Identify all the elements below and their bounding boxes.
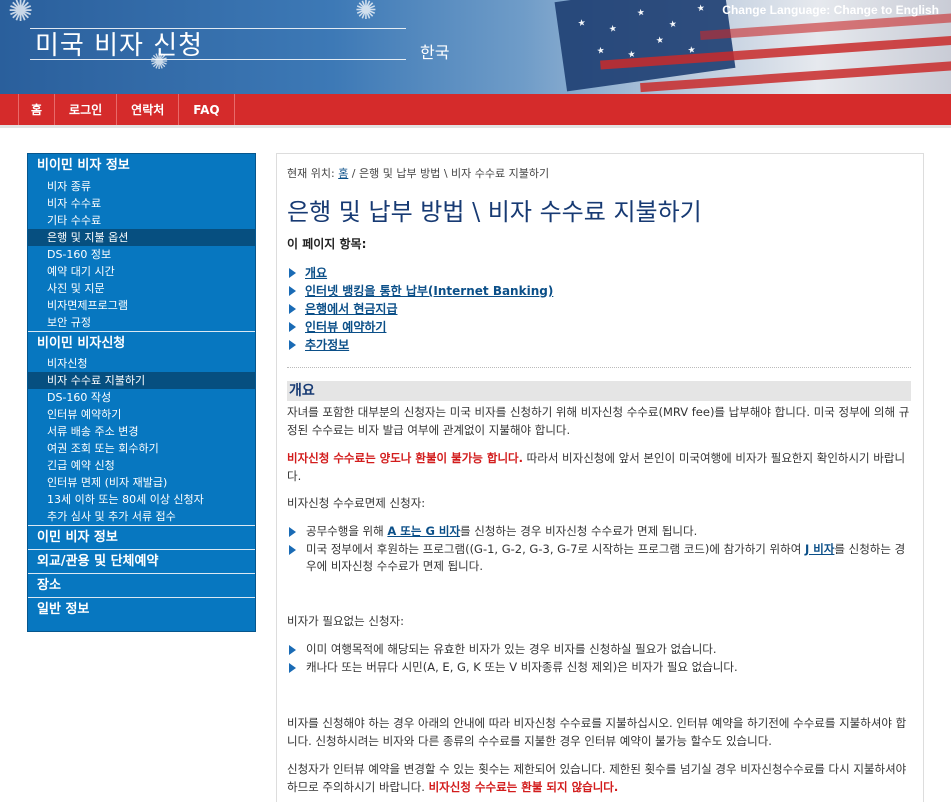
main-content: 현재 위치: 홈 / 은행 및 납부 방법 \ 비자 수수료 지불하기 은행 및… <box>276 153 924 802</box>
sidebar-section-nonimmigrant-apply[interactable]: 비이민 비자신청 <box>28 331 255 355</box>
sidebar-item-age-applicants[interactable]: 13세 이하 또는 80세 이상 신청자 <box>28 491 255 508</box>
site-title[interactable]: 미국 비자 신청 <box>35 25 203 62</box>
sidebar-item-visa-waiver[interactable]: 비자면제프로그램 <box>28 297 255 314</box>
sidebar: 비이민 비자 정보 비자 종류 비자 수수료 기타 수수료 은행 및 지불 옵션… <box>27 153 256 632</box>
sidebar-item-security[interactable]: 보안 규정 <box>28 314 255 331</box>
intro-paragraph: 자녀를 포함한 대부분의 신청자는 미국 비자를 신청하기 위해 비자신청 수수… <box>287 405 910 437</box>
arrow-right-icon <box>289 304 296 314</box>
sidebar-item-wait-times[interactable]: 예약 대기 시간 <box>28 263 255 280</box>
toc-item: 추가정보 <box>289 336 553 354</box>
toc-list: 개요 인터넷 뱅킹을 통한 납부(Internet Banking) 은행에서 … <box>289 264 553 354</box>
sidebar-item-emergency[interactable]: 긴급 예약 신청 <box>28 457 255 474</box>
list-item: 캐나다 또는 버뮤다 시민(A, E, G, K 또는 V 비자종류 신청 제외… <box>289 659 911 677</box>
nav-contact[interactable]: 연락처 <box>117 94 180 125</box>
sidebar-item-admin-processing[interactable]: 추가 심사 및 추가 서류 접수 <box>28 508 255 525</box>
sidebar-section-general[interactable]: 일반 정보 <box>28 597 255 621</box>
sidebar-item-photo-fingerprints[interactable]: 사진 및 지문 <box>28 280 255 297</box>
list-item: 이미 여행목적에 해당되는 유효한 비자가 있는 경우 비자를 신청하실 필요가… <box>289 641 911 659</box>
sidebar-section-immigrant-info[interactable]: 이민 비자 정보 <box>28 525 255 549</box>
refund-warning-red: 비자신청 수수료는 양도나 환불이 불가능 합니다. <box>287 451 523 465</box>
arrow-right-icon <box>289 322 296 332</box>
sidebar-item-ds160-info[interactable]: DS-160 정보 <box>28 246 255 263</box>
arrow-right-icon <box>289 527 296 537</box>
sidebar-item-ds160-complete[interactable]: DS-160 작성 <box>28 389 255 406</box>
toc-item: 인터넷 뱅킹을 통한 납부(Internet Banking) <box>289 282 553 300</box>
toc-item: 은행에서 현금지급 <box>289 300 553 318</box>
toc-link-cash-payment[interactable]: 은행에서 현금지급 <box>305 302 398 316</box>
refund-warning-paragraph: 비자신청 수수료는 양도나 환불이 불가능 합니다. 따라서 비자신청에 앞서 … <box>287 450 911 485</box>
toc-link-more-info[interactable]: 추가정보 <box>305 338 349 352</box>
title-rule-bottom <box>30 59 406 60</box>
nav-home[interactable]: 홈 <box>18 94 56 125</box>
j-visa-link[interactable]: J 비자 <box>805 542 834 556</box>
sidebar-item-delivery-address[interactable]: 서류 배송 주소 변경 <box>28 423 255 440</box>
flag-stripe-decoration <box>700 12 951 41</box>
arrow-right-icon <box>289 340 296 350</box>
sidebar-item-visa-types[interactable]: 비자 종류 <box>28 178 255 195</box>
sidebar-section-nonimmigrant-info[interactable]: 비이민 비자 정보 <box>28 154 255 178</box>
exempt-1-text-end: 를 신청하는 경우 비자신청 수수료가 면제 됩니다. <box>460 524 698 538</box>
sidebar-item-passport-status[interactable]: 여권 조회 또는 회수하기 <box>28 440 255 457</box>
sidebar-item-pay-fee[interactable]: 비자 수수료 지불하기 <box>28 372 255 389</box>
a-g-visa-link[interactable]: A 또는 G 비자 <box>387 524 460 538</box>
toc-link-overview[interactable]: 개요 <box>305 266 327 280</box>
sidebar-item-schedule-interview[interactable]: 인터뷰 예약하기 <box>28 406 255 423</box>
section-divider <box>287 367 911 368</box>
sidebar-item-interview-waiver[interactable]: 인터뷰 면제 (비자 재발급) <box>28 474 255 491</box>
sidebar-section-diplomatic[interactable]: 외교/관용 및 단체예약 <box>28 549 255 573</box>
toc-item: 인터뷰 예약하기 <box>289 318 553 336</box>
no-visa-1-text: 이미 여행목적에 해당되는 유효한 비자가 있는 경우 비자를 신청하실 필요가… <box>306 642 717 656</box>
arrow-right-icon <box>289 645 296 655</box>
page-title: 은행 및 납부 방법 \ 비자 수수료 지불하기 <box>287 198 702 226</box>
nav-faq[interactable]: FAQ <box>179 94 235 125</box>
firework-decoration: ✺ <box>355 0 377 26</box>
breadcrumb-prefix: 현재 위치: <box>287 167 339 180</box>
sidebar-item-apply[interactable]: 비자신청 <box>28 355 255 372</box>
exempt-1-text: 공무수행을 위해 <box>306 524 388 538</box>
no-visa-2-text: 캐나다 또는 버뮤다 시민(A, E, G, K 또는 V 비자종류 신청 제외… <box>306 659 738 674</box>
section-heading-overview: 개요 <box>287 381 911 401</box>
change-language: Change Language: Change to English <box>722 3 939 17</box>
breadcrumb-home-link[interactable]: 홈 <box>338 167 348 180</box>
sidebar-item-visa-fees[interactable]: 비자 수수료 <box>28 195 255 212</box>
fee-instructions-paragraph: 비자를 신청해야 하는 경우 아래의 안내에 따라 비자신청 수수료를 지불하십… <box>287 716 907 748</box>
top-nav: 홈 로그인 연락처 FAQ <box>0 94 951 128</box>
sidebar-item-bank-payment-options[interactable]: 은행 및 지불 옵션 <box>28 229 255 246</box>
nav-login[interactable]: 로그인 <box>55 94 118 125</box>
exempt-heading: 비자신청 수수료면제 신청자: <box>287 496 426 510</box>
sidebar-section-locations[interactable]: 장소 <box>28 573 255 597</box>
change-to-english-link[interactable]: Change to English <box>834 3 939 17</box>
no-refund-red: 비자신청 수수료는 환불 되지 않습니다. <box>428 779 619 794</box>
sidebar-item-other-fees[interactable]: 기타 수수료 <box>28 212 255 229</box>
arrow-right-icon <box>289 662 296 673</box>
breadcrumb: 현재 위치: 홈 / 은행 및 납부 방법 \ 비자 수수료 지불하기 <box>287 165 549 181</box>
change-language-label: Change Language: <box>722 3 831 17</box>
no-visa-heading: 비자가 필요없는 신청자: <box>287 614 404 628</box>
firework-decoration: ✺ <box>8 0 34 29</box>
list-item: 공무수행을 위해 A 또는 G 비자를 신청하는 경우 비자신청 수수료가 면제… <box>289 523 911 541</box>
toc-heading: 이 페이지 항목: <box>287 237 367 251</box>
arrow-right-icon <box>289 544 296 555</box>
breadcrumb-rest: / 은행 및 납부 방법 \ 비자 수수료 지불하기 <box>348 167 550 180</box>
exempt-list: 공무수행을 위해 A 또는 G 비자를 신청하는 경우 비자신청 수수료가 면제… <box>289 523 911 576</box>
arrow-right-icon <box>289 286 296 296</box>
exempt-2-text: 미국 정부에서 후원하는 프로그램((G-1, G-2, G-3, G-7로 시… <box>306 541 805 556</box>
toc-link-schedule-interview[interactable]: 인터뷰 예약하기 <box>305 320 386 334</box>
list-item: 미국 정부에서 후원하는 프로그램((G-1, G-2, G-3, G-7로 시… <box>289 541 911 576</box>
reschedule-paragraph: 신청자가 인터뷰 예약을 변경할 수 있는 횟수는 제한되어 있습니다. 제한된… <box>287 761 911 796</box>
no-visa-list: 이미 여행목적에 해당되는 유효한 비자가 있는 경우 비자를 신청하실 필요가… <box>289 641 911 676</box>
site-header: ✺ ✺ ✺ ★ ★ ★ ★ ★ ★ ★ ★ ★ 미국 비자 신청 한국 Change L… <box>0 0 951 94</box>
current-language: 한국 <box>420 43 450 62</box>
toc-item: 개요 <box>289 264 553 282</box>
toc-link-internet-banking[interactable]: 인터넷 뱅킹을 통한 납부(Internet Banking) <box>305 284 553 298</box>
arrow-right-icon <box>289 268 296 278</box>
